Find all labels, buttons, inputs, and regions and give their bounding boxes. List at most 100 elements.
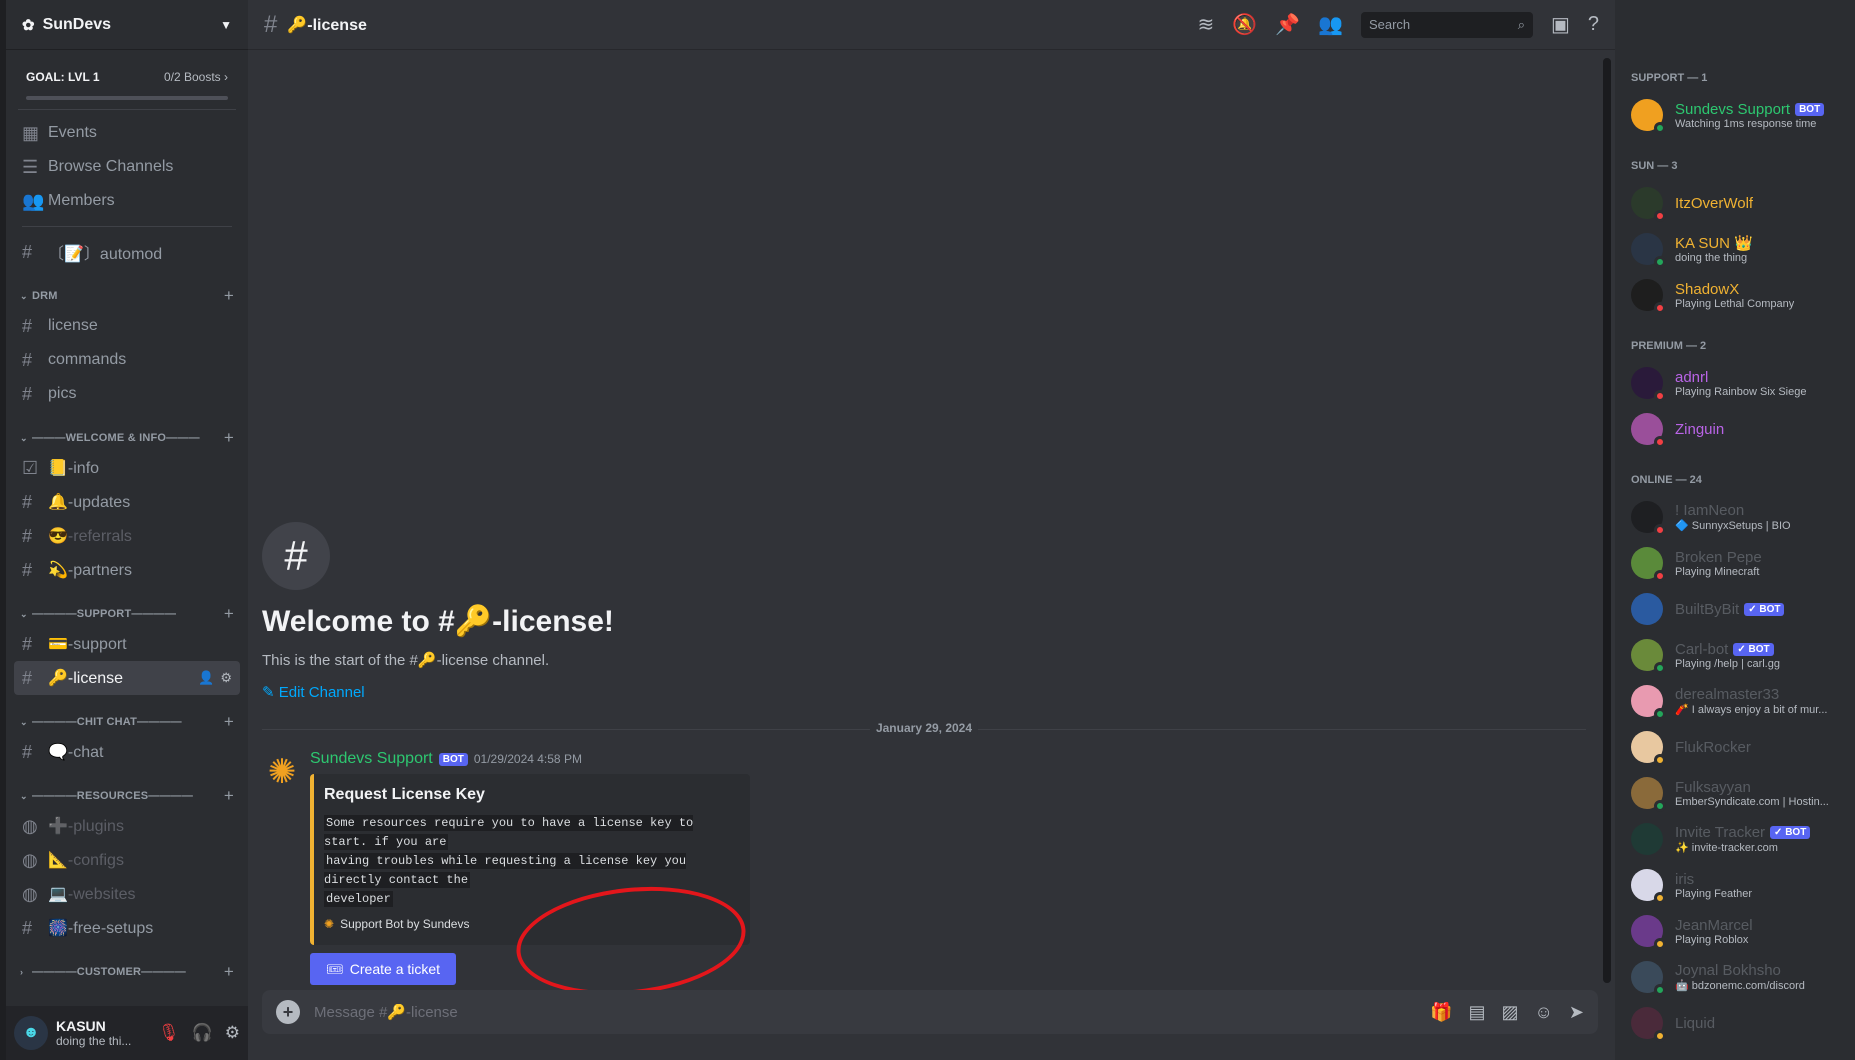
member-item[interactable]: ! IamNeon 🔷 SunnyxSetups | BIO	[1631, 494, 1847, 540]
member-item[interactable]: Invite Tracker ✓ BOT ✨ invite-tracker.com	[1631, 816, 1847, 862]
member-item[interactable]: Broken Pepe Playing Minecraft	[1631, 540, 1847, 586]
channel-commands[interactable]: # commands	[14, 343, 240, 377]
channel-plugins[interactable]: ◍ ➕-plugins	[14, 809, 240, 843]
member-item[interactable]: Sundevs Support BOT Watching 1ms response …	[1631, 92, 1847, 138]
sticker-icon[interactable]: ▨	[1502, 1002, 1519, 1023]
member-group-header: SUPPORT — 1	[1631, 72, 1708, 84]
add-channel-icon[interactable]: +	[224, 428, 234, 448]
nav-events[interactable]: ▦ Events	[14, 116, 240, 150]
member-item[interactable]: Liquid	[1631, 1000, 1847, 1046]
help-icon[interactable]: ?	[1588, 13, 1599, 36]
gear-icon[interactable]: ⚙	[220, 670, 232, 686]
scrollbar-thumb[interactable]	[1603, 58, 1611, 983]
channel-free-setups[interactable]: # 🎆-free-setups	[14, 911, 240, 945]
ticket-icon: 🎟	[326, 960, 344, 977]
members-icon: 👥	[22, 190, 45, 211]
channel-label: 💫-partners	[48, 562, 132, 579]
channel-info[interactable]: ☑ 📒-info	[14, 451, 240, 485]
member-item[interactable]: iris Playing Feather	[1631, 862, 1847, 908]
avatar[interactable]: ☻	[14, 1016, 48, 1050]
avatar	[1631, 777, 1666, 812]
member-name: Zinguin	[1675, 420, 1725, 438]
channel-websites[interactable]: ◍ 💻-websites	[14, 877, 240, 911]
headphones-icon[interactable]: 🎧	[192, 1023, 213, 1043]
message-input[interactable]	[314, 1003, 1431, 1021]
add-channel-icon[interactable]: +	[224, 786, 234, 806]
member-item[interactable]: Joynal Bokhsho 🤖 bdzonemc.com/discord	[1631, 954, 1847, 1000]
nav-members[interactable]: 👥 Members	[14, 184, 240, 218]
category-chit-chat[interactable]: ⌄ ————CHIT CHAT———— +	[14, 709, 240, 735]
channel-chat[interactable]: # 🗨️-chat	[14, 735, 240, 769]
channel-partners[interactable]: # 💫-partners	[14, 553, 240, 587]
edit-channel-link[interactable]: ✎ Edit Channel	[262, 683, 365, 701]
hash-icon: #	[22, 491, 33, 512]
category-support[interactable]: ⌄ ————SUPPORT———— +	[14, 601, 240, 627]
category-drm[interactable]: ⌄ DRM +	[14, 283, 240, 309]
channel-label: 💻-websites	[48, 886, 136, 903]
member-item[interactable]: Carl-bot ✓ BOT Playing /help | carl.gg	[1631, 632, 1847, 678]
channel-label: license	[48, 317, 98, 334]
channel-referrals[interactable]: # 😎-referrals	[14, 519, 240, 553]
inbox-icon[interactable]: ▣	[1551, 12, 1570, 37]
threads-icon[interactable]: ≋	[1197, 12, 1214, 37]
channel-updates[interactable]: # 🔔-updates	[14, 485, 240, 519]
server-header[interactable]: ✿ SunDevs ▼	[6, 0, 248, 50]
member-item[interactable]: Zinguin	[1631, 406, 1847, 452]
create-ticket-button[interactable]: 🎟 Create a ticket	[310, 953, 457, 985]
member-item[interactable]: Fulksayyan EmberSyndicate.com | Hostin...	[1631, 770, 1847, 816]
channel-license-active[interactable]: # 🔑-license 👤 ⚙	[14, 661, 240, 695]
add-attachment-button[interactable]: +	[276, 1000, 300, 1024]
invite-icon[interactable]: 👤	[198, 670, 214, 686]
avatar	[1631, 915, 1666, 950]
add-channel-icon[interactable]: +	[224, 962, 234, 982]
emoji-icon[interactable]: ☺	[1535, 1002, 1553, 1023]
forum-icon: ◍	[22, 849, 38, 870]
member-group-header: SUN — 3	[1631, 160, 1678, 172]
channel-support[interactable]: # 💳-support	[14, 627, 240, 661]
member-item[interactable]: derealmaster33 🧨 I always enjoy a bit of …	[1631, 678, 1847, 724]
bot-tag: ✓ BOT	[1770, 826, 1811, 839]
member-status: ✨ invite-tracker.com	[1675, 842, 1778, 854]
member-item[interactable]: JeanMarcel Playing Roblox	[1631, 908, 1847, 954]
message-author[interactable]: Sundevs Support	[310, 750, 433, 768]
gear-icon[interactable]: ⚙	[225, 1023, 240, 1043]
add-channel-icon[interactable]: +	[224, 604, 234, 624]
channel-pics[interactable]: # pics	[14, 377, 240, 411]
notification-bell-icon[interactable]: 🔕	[1232, 12, 1257, 37]
member-item[interactable]: ShadowX Playing Lethal Company	[1631, 272, 1847, 318]
search-input[interactable]: Search ⌕	[1360, 11, 1533, 38]
mic-muted-icon[interactable]: 🎙	[158, 1023, 180, 1043]
category-welcome[interactable]: ⌄ ———WELCOME & INFO——— +	[14, 425, 240, 451]
channel-automod[interactable]: # 〔📝〕automod	[14, 235, 240, 269]
member-item[interactable]: FlukRocker	[1631, 724, 1847, 770]
scrollbar[interactable]	[1603, 58, 1611, 983]
member-item[interactable]: ItzOverWolf	[1631, 180, 1847, 226]
user-info[interactable]: KASUN doing the thi...	[56, 1018, 158, 1048]
channel-label: 🗨️-chat	[48, 744, 104, 761]
member-name: Carl-bot	[1675, 640, 1729, 658]
member-item[interactable]: BuiltByBit ✓ BOT	[1631, 586, 1847, 632]
send-icon[interactable]: ➤	[1569, 1002, 1584, 1023]
chat-area: # 🔑-license ≋ 🔕 📌 👥 Search ⌕ ▣ ? # Welco…	[248, 0, 1615, 1060]
category-label: ————RESOURCES————	[32, 790, 194, 802]
gif-icon[interactable]: ▤	[1468, 1002, 1485, 1023]
member-item[interactable]: adnrl Playing Rainbow Six Siege	[1631, 360, 1847, 406]
category-resources[interactable]: ⌄ ————RESOURCES———— +	[14, 783, 240, 809]
channel-license[interactable]: # license	[14, 309, 240, 343]
pin-icon[interactable]: 📌	[1275, 12, 1300, 37]
member-item[interactable]: KA SUN 👑 doing the thing	[1631, 226, 1847, 272]
member-list-icon[interactable]: 👥	[1318, 12, 1343, 37]
channel-configs[interactable]: ◍ 📐-configs	[14, 843, 240, 877]
nav-browse-channels[interactable]: ☰ Browse Channels	[14, 150, 240, 184]
add-channel-icon[interactable]: +	[224, 286, 234, 306]
gift-icon[interactable]: 🎁	[1430, 1002, 1452, 1023]
category-customer[interactable]: › ————CUSTOMER———— +	[14, 959, 240, 985]
boost-goal[interactable]: GOAL: LVL 1 0/2 Boosts ›	[18, 58, 236, 110]
member-status: doing the thing	[1675, 252, 1748, 264]
add-channel-icon[interactable]: +	[224, 712, 234, 732]
footer-icon: ✺	[324, 917, 335, 931]
member-name: ! IamNeon	[1675, 502, 1745, 519]
avatar	[1631, 961, 1666, 996]
message-timestamp: 01/29/2024 4:58 PM	[473, 752, 582, 766]
avatar[interactable]: ✺	[262, 752, 302, 792]
